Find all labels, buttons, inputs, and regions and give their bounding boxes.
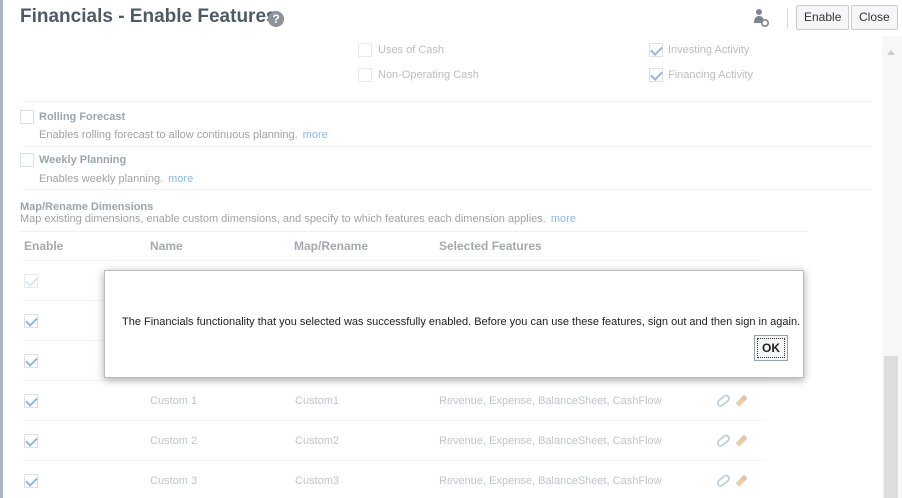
row-enable-checkbox[interactable]: [24, 314, 38, 328]
row-map-rename: Custom2: [295, 435, 340, 447]
map-rename-description-text: Map existing dimensions, enable custom d…: [20, 213, 546, 225]
table-row-divider: [20, 260, 765, 261]
map-rename-description: Map existing dimensions, enable custom d…: [20, 213, 576, 225]
page-header: Financials - Enable Features ? Enable Cl…: [3, 0, 902, 36]
row-enable-checkbox[interactable]: [24, 434, 38, 448]
section-divider: [20, 189, 872, 190]
rolling-forecast-description: Enables rolling forecast to allow contin…: [39, 129, 328, 141]
row-enable-checkbox[interactable]: [24, 474, 38, 488]
column-header-enable[interactable]: Enable: [24, 239, 63, 253]
header-separator: [787, 8, 788, 28]
row-actions: [716, 474, 748, 487]
non-operating-cash-checkbox[interactable]: [358, 68, 372, 82]
close-button[interactable]: Close: [851, 5, 898, 30]
uses-of-cash-label: Uses of Cash: [378, 44, 445, 56]
row-actions: [716, 394, 748, 407]
table-row-divider: [20, 380, 765, 381]
row-actions: [716, 434, 748, 447]
row-name: Custom 2: [150, 435, 198, 447]
dialog-message: The Financials functionality that you se…: [122, 316, 801, 328]
section-divider: [20, 101, 872, 102]
table-row-divider: [20, 460, 765, 461]
column-header-selected-features[interactable]: Selected Features: [439, 239, 542, 253]
financing-activity-label: Financing Activity: [668, 69, 753, 81]
paperclip-icon[interactable]: [716, 434, 730, 447]
ok-button[interactable]: OK: [754, 335, 788, 361]
scroll-up-arrow-icon[interactable]: [887, 50, 895, 55]
map-rename-more-link[interactable]: more: [551, 213, 576, 225]
weekly-planning-more-link[interactable]: more: [168, 173, 193, 185]
help-icon[interactable]: ?: [268, 11, 284, 27]
weekly-planning-description-text: Enables weekly planning.: [39, 173, 164, 185]
page-title: Financials - Enable Features: [20, 6, 277, 27]
map-rename-title: Map/Rename Dimensions: [20, 201, 154, 213]
success-dialog: The Financials functionality that you se…: [104, 270, 804, 378]
row-enable-checkbox[interactable]: [24, 274, 38, 288]
uses-of-cash-checkbox[interactable]: [358, 43, 372, 57]
row-map-rename: Custom1: [295, 395, 340, 407]
content-area: Uses of Cash Non-Operating Cash Investin…: [3, 36, 882, 498]
row-selected-features: Revenue, Expense, BalanceSheet, CashFlow: [439, 475, 662, 487]
row-enable-checkbox[interactable]: [24, 394, 38, 408]
pencil-icon[interactable]: [735, 394, 748, 407]
section-divider: [20, 231, 808, 232]
weekly-planning-description: Enables weekly planning. more: [39, 173, 193, 185]
pencil-icon[interactable]: [735, 434, 748, 447]
table-row-divider: [20, 420, 765, 421]
investing-activity-checkbox[interactable]: [649, 43, 663, 57]
rolling-forecast-label: Rolling Forecast: [39, 111, 126, 123]
weekly-planning-label: Weekly Planning: [39, 154, 127, 166]
rolling-forecast-description-text: Enables rolling forecast to allow contin…: [39, 129, 298, 141]
row-name: Custom 1: [150, 395, 198, 407]
row-map-rename: Custom3: [295, 475, 340, 487]
row-enable-checkbox[interactable]: [24, 354, 38, 368]
rolling-forecast-more-link[interactable]: more: [303, 129, 328, 141]
row-selected-features: Revenue, Expense, BalanceSheet, CashFlow: [439, 395, 662, 407]
scrollbar-thumb[interactable]: [884, 356, 898, 498]
financing-activity-checkbox[interactable]: [649, 68, 663, 82]
enable-button[interactable]: Enable: [796, 5, 850, 30]
paperclip-icon[interactable]: [716, 474, 730, 487]
paperclip-icon[interactable]: [716, 394, 730, 407]
vertical-scrollbar[interactable]: [882, 36, 902, 498]
row-selected-features: Revenue, Expense, BalanceSheet, CashFlow: [439, 435, 662, 447]
row-name: Custom 3: [150, 475, 198, 487]
weekly-planning-checkbox[interactable]: [20, 153, 34, 167]
rolling-forecast-checkbox[interactable]: [20, 110, 34, 124]
column-header-name[interactable]: Name: [150, 239, 183, 253]
investing-activity-label: Investing Activity: [668, 44, 750, 56]
section-divider: [20, 146, 872, 147]
pencil-icon[interactable]: [735, 474, 748, 487]
non-operating-cash-label: Non-Operating Cash: [378, 69, 479, 81]
user-gear-icon[interactable]: [753, 8, 769, 28]
column-header-map-rename[interactable]: Map/Rename: [294, 239, 368, 253]
